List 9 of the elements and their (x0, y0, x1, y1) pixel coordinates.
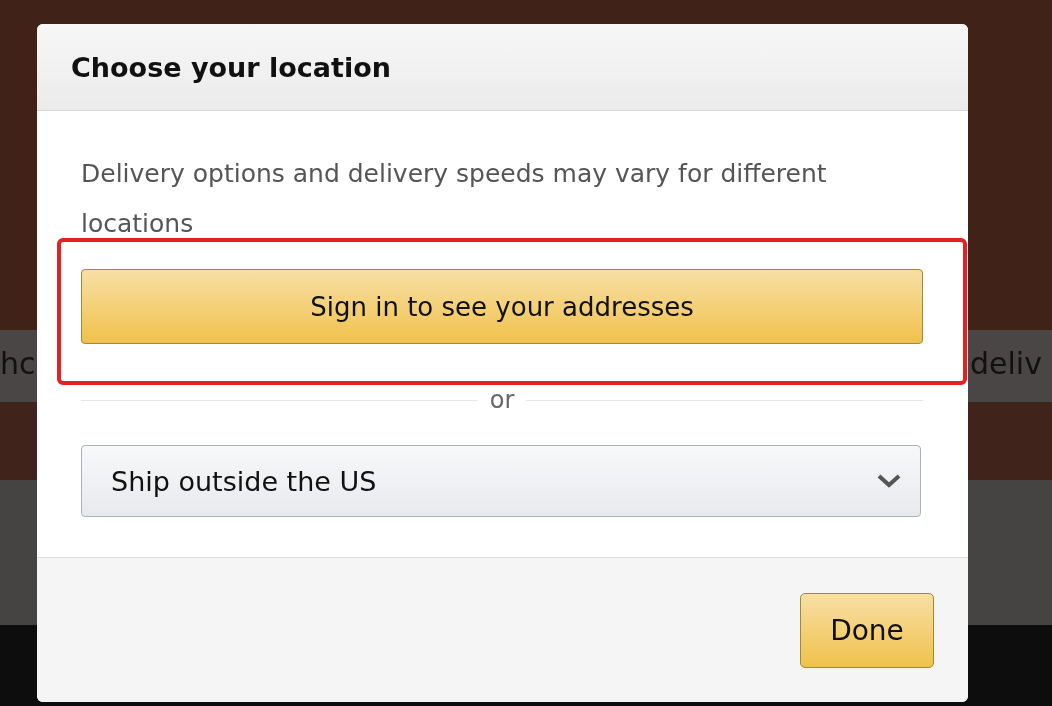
dialog-message: Delivery options and delivery speeds may vary for different locations (81, 158, 828, 240)
background-text: hc (0, 345, 36, 383)
done-button[interactable]: Done (800, 593, 934, 668)
country-dropdown[interactable]: Ship outside the US (81, 445, 921, 517)
separator-text: or (489, 386, 515, 414)
chevron-icon (876, 473, 902, 489)
sign-in-button[interactable]: Sign in to see your addresses (81, 269, 923, 344)
dialog-title: Choose your location (71, 51, 391, 83)
background-text: deliv (970, 345, 1042, 383)
